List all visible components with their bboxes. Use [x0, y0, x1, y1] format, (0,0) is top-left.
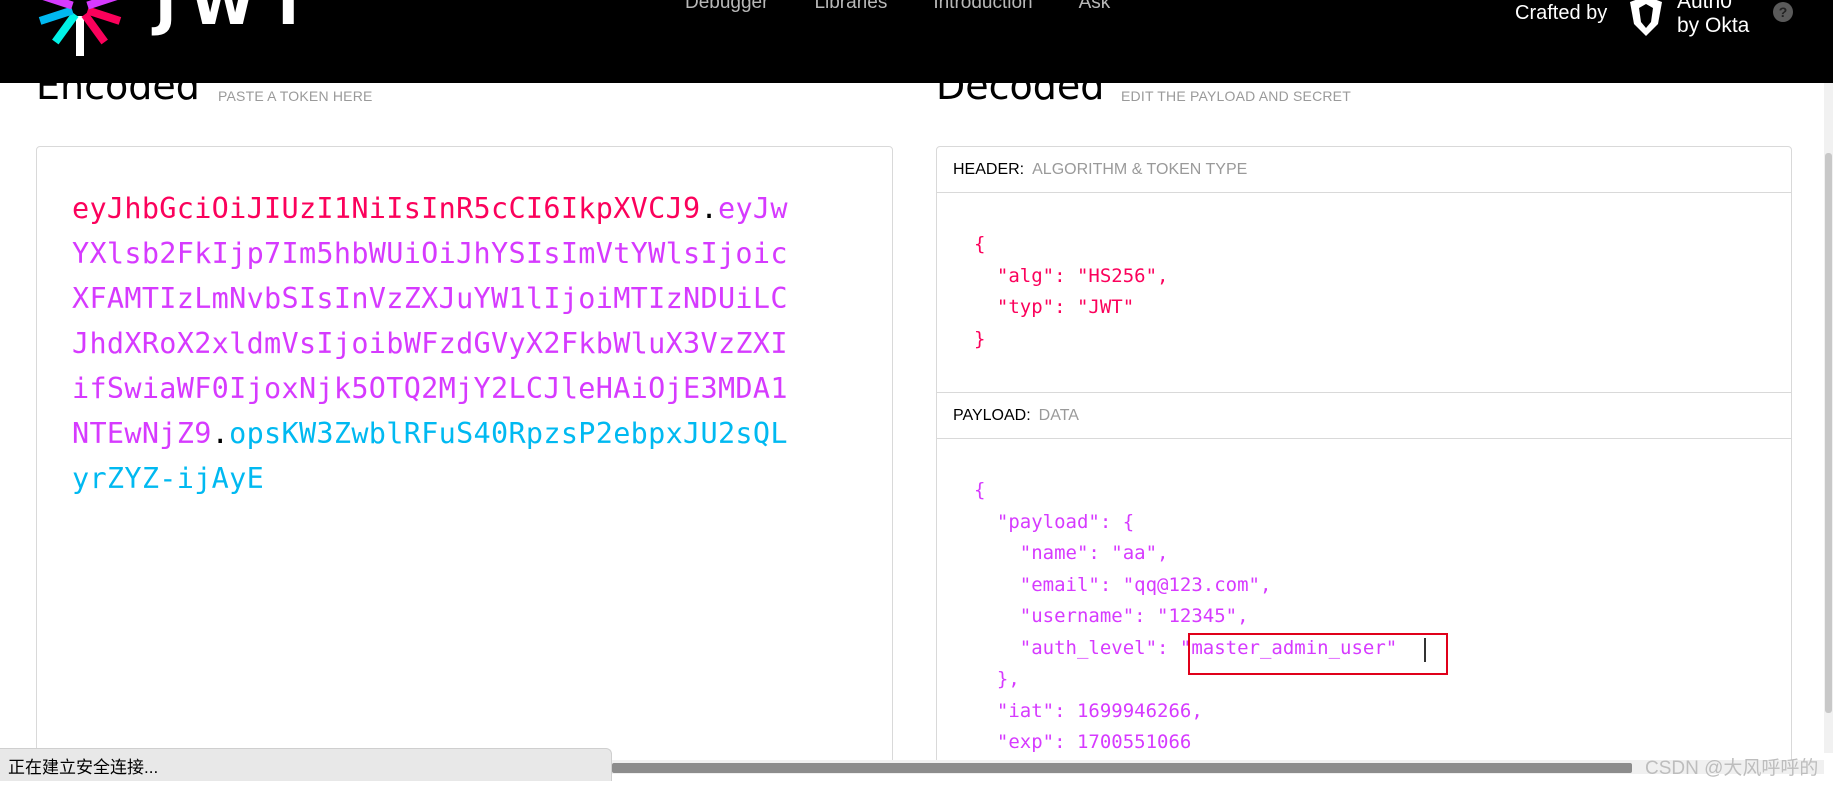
- decoded-subtitle: EDIT THE PAYLOAD AND SECRET: [1121, 88, 1351, 104]
- highlight-annotation-box: [1188, 633, 1448, 675]
- payload-json-editor[interactable]: { "payload": { "name": "aa", "email": "q…: [974, 475, 1397, 759]
- token-dot: .: [700, 192, 718, 225]
- auth0-label: Auth0: [1677, 0, 1732, 13]
- encoded-token-text[interactable]: eyJhbGciOiJIUzI1NiIsInR5cCI6IkpXVCJ9.eyJ…: [72, 186, 792, 501]
- horizontal-scrollbar[interactable]: [612, 760, 1824, 774]
- token-dot: .: [211, 417, 230, 450]
- main-nav: Debugger Libraries Introduction Ask: [685, 0, 1156, 14]
- payload-label: PAYLOAD:: [953, 406, 1031, 424]
- browser-status-bar: 正在建立安全连接...: [0, 748, 612, 781]
- text-caret: [1424, 638, 1426, 662]
- horizontal-scrollbar-thumb[interactable]: [612, 763, 1632, 773]
- auth0-okta-label[interactable]: Auth0 by Okta: [1677, 0, 1749, 38]
- crafted-by-label: Crafted by: [1515, 2, 1608, 24]
- header-desc: ALGORITHM & TOKEN TYPE: [1032, 160, 1248, 178]
- nav-introduction[interactable]: Introduction: [933, 0, 1032, 14]
- csdn-watermark: CSDN @大风呼呼的: [1645, 758, 1819, 779]
- header-section-bar: HEADER: ALGORITHM & TOKEN TYPE: [937, 147, 1791, 193]
- decoded-title: Decoded: [936, 64, 1105, 108]
- header-label: HEADER:: [953, 160, 1025, 178]
- logo-wordmark[interactable]: JWT: [155, 0, 322, 38]
- nav-debugger[interactable]: Debugger: [685, 0, 768, 14]
- payload-desc: DATA: [1038, 406, 1079, 424]
- token-payload-part: eyJwYXlsb2FkIjp7Im5hbWUiOiJhYSIsImVtYWls…: [72, 192, 788, 450]
- vertical-scrollbar[interactable]: [1824, 83, 1833, 753]
- vertical-scrollbar-thumb[interactable]: [1825, 153, 1832, 713]
- top-navbar: JWT Debugger Libraries Introduction Ask …: [0, 0, 1833, 83]
- token-header-part: eyJhbGciOiJIUzI1NiIsInR5cCI6IkpXVCJ9: [72, 192, 701, 225]
- encoded-subtitle: PASTE A TOKEN HERE: [218, 88, 373, 104]
- by-okta-label: by Okta: [1677, 14, 1750, 37]
- nav-libraries[interactable]: Libraries: [814, 0, 887, 14]
- help-icon[interactable]: ?: [1773, 2, 1793, 22]
- header-json-editor[interactable]: { "alg": "HS256", "typ": "JWT" }: [974, 229, 1168, 355]
- payload-section-bar: PAYLOAD: DATA: [937, 392, 1791, 439]
- encoded-title: Encoded: [36, 64, 200, 108]
- jwt-logo-icon[interactable]: [30, 0, 130, 58]
- auth0-logo-icon[interactable]: [1626, 0, 1666, 38]
- nav-ask[interactable]: Ask: [1079, 0, 1111, 14]
